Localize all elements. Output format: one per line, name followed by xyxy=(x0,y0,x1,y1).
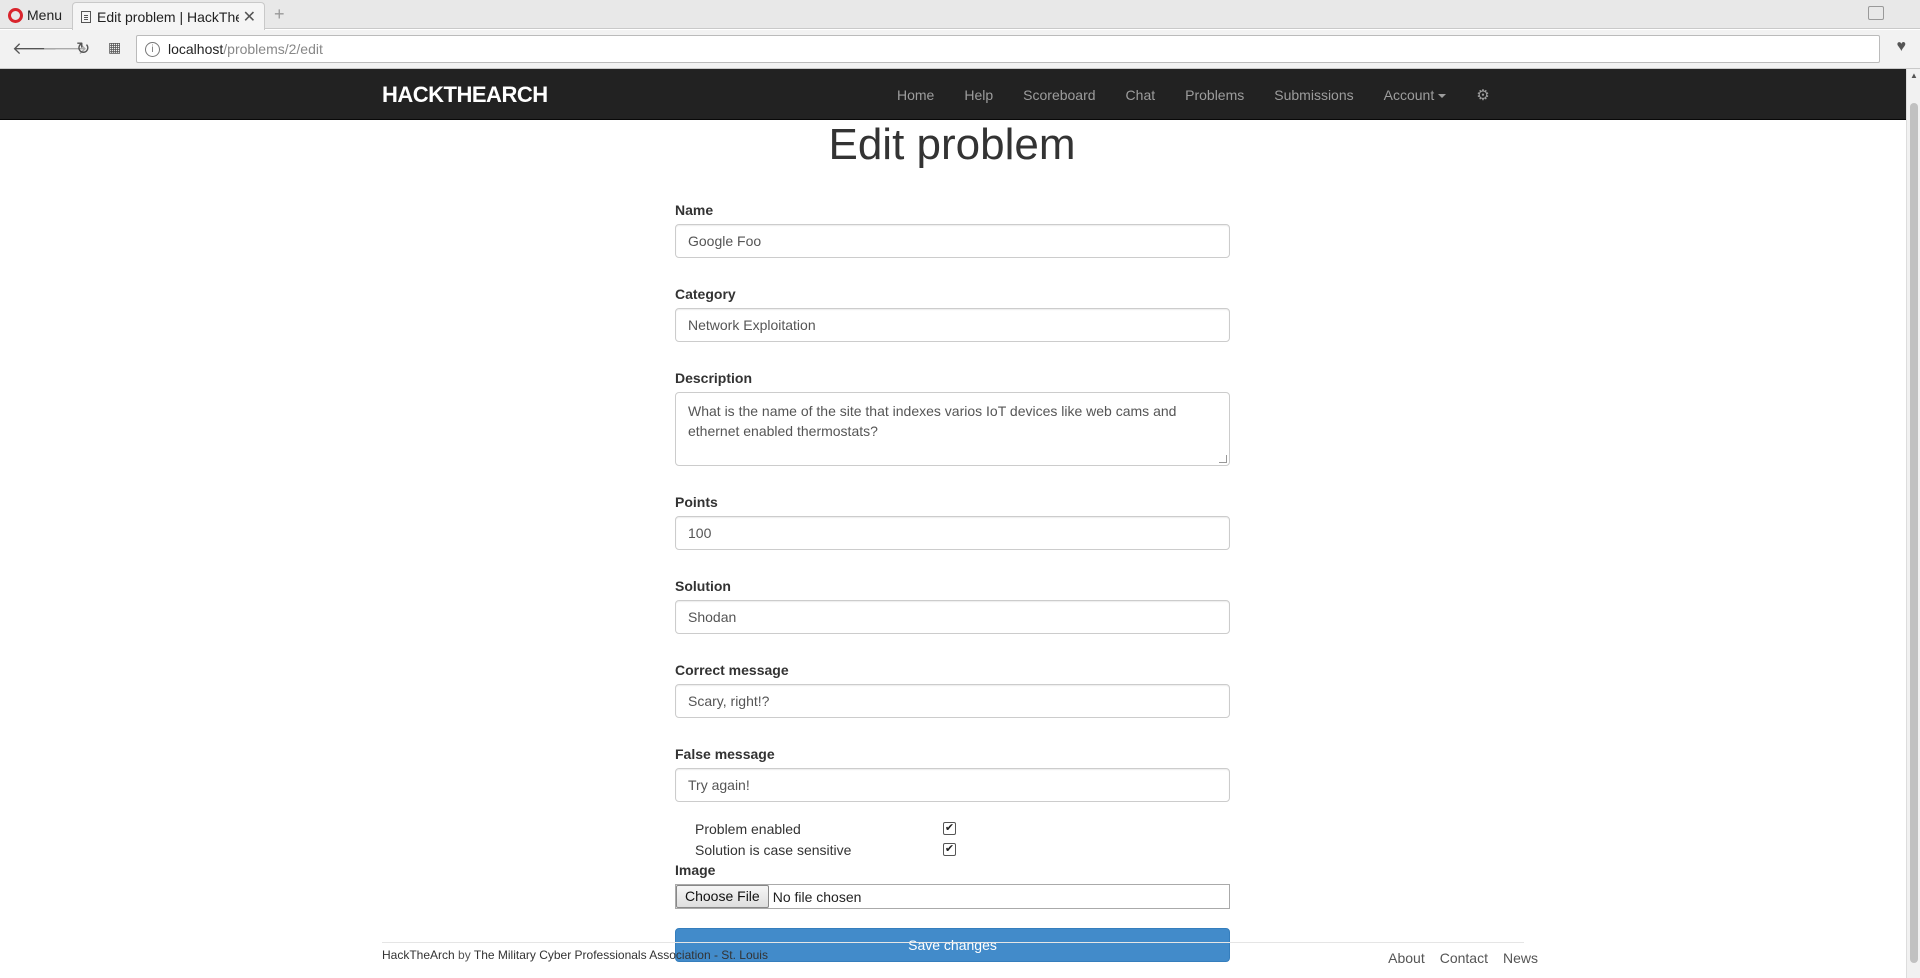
solution-label: Solution xyxy=(675,578,731,594)
false-message-input[interactable]: Try again! xyxy=(675,768,1230,802)
nav-problems[interactable]: Problems xyxy=(1185,87,1244,103)
nav-account-label: Account xyxy=(1383,86,1435,103)
nav-chat[interactable]: Chat xyxy=(1126,87,1156,103)
false-message-label: False message xyxy=(675,746,775,762)
browser-menu-button[interactable]: Menu xyxy=(8,5,62,25)
problem-enabled-checkbox[interactable]: ✔ xyxy=(943,822,956,835)
url-path: /problems/2/edit xyxy=(223,41,323,57)
description-group: Description What is the name of the site… xyxy=(675,368,1230,466)
description-textarea[interactable]: What is the name of the site that indexe… xyxy=(675,392,1230,466)
browser-menu-label: Menu xyxy=(27,7,63,23)
category-label: Category xyxy=(675,286,736,302)
footer-by: by xyxy=(458,948,471,962)
nav-account-dropdown[interactable]: Account xyxy=(1384,87,1447,103)
footer-about-link[interactable]: About xyxy=(1388,950,1425,966)
problem-enabled-row: Problem enabled ✔ xyxy=(675,818,1230,839)
points-group: Points 100 xyxy=(675,492,1230,550)
points-label: Points xyxy=(675,494,718,510)
correct-message-input[interactable]: Scary, right!? xyxy=(675,684,1230,718)
case-sensitive-row: Solution is case sensitive ✔ xyxy=(675,839,1230,860)
footer-news-link[interactable]: News xyxy=(1503,950,1538,966)
footer-org-link[interactable]: The Military Cyber Professionals Associa… xyxy=(474,948,768,962)
scroll-up-icon[interactable]: ▲ xyxy=(1910,71,1918,80)
page-scrollbar[interactable]: ▲ xyxy=(1906,69,1920,978)
image-group: Image Choose File No file chosen xyxy=(675,860,1230,909)
url-field[interactable]: i localhost /problems/2/edit xyxy=(136,35,1880,63)
reload-icon[interactable]: ↻ xyxy=(76,39,90,59)
bookmark-heart-icon[interactable]: ♥ xyxy=(1897,38,1907,56)
new-tab-icon[interactable]: + xyxy=(274,4,285,25)
image-file-input[interactable]: Choose File No file chosen xyxy=(675,884,1230,909)
description-label: Description xyxy=(675,370,753,386)
nav-home[interactable]: Home xyxy=(897,87,934,103)
problem-enabled-label: Problem enabled xyxy=(695,820,801,837)
category-group: Category Network Exploitation xyxy=(675,284,1230,342)
nav-scoreboard[interactable]: Scoreboard xyxy=(1023,87,1095,103)
footer-credit: HackTheArch by The Military Cyber Profes… xyxy=(382,948,768,962)
choose-file-button[interactable]: Choose File xyxy=(676,885,769,908)
name-group: Name Google Foo xyxy=(675,200,1230,258)
edit-problem-form: Name Google Foo Category Network Exploit… xyxy=(675,200,1230,962)
speed-dial-icon[interactable]: ▦ xyxy=(108,39,121,56)
correct-message-group: Correct message Scary, right!? xyxy=(675,660,1230,718)
resize-handle-icon[interactable] xyxy=(1219,455,1227,463)
gear-icon[interactable]: ⚙ xyxy=(1476,86,1489,104)
close-tab-icon[interactable]: ✕ xyxy=(243,7,256,27)
name-input[interactable]: Google Foo xyxy=(675,224,1230,258)
points-input[interactable]: 100 xyxy=(675,516,1230,550)
name-label: Name xyxy=(675,202,714,218)
solution-group: Solution Shodan xyxy=(675,576,1230,634)
nav-help[interactable]: Help xyxy=(964,87,993,103)
page-title: Edit problem xyxy=(828,120,1076,169)
correct-message-label: Correct message xyxy=(675,662,789,678)
description-text: What is the name of the site that indexe… xyxy=(688,403,1177,439)
image-label: Image xyxy=(675,862,716,878)
nav-links: Home Help Scoreboard Chat Problems Submi… xyxy=(897,69,1490,120)
browser-tab-active[interactable]: Edit problem | HackTheA ✕ xyxy=(72,2,265,30)
footer-divider xyxy=(382,942,1524,943)
solution-input[interactable]: Shodan xyxy=(675,600,1230,634)
browser-address-bar: 🡐 🡒 ↻ ▦ i localhost /problems/2/edit ♥ xyxy=(0,30,1920,69)
footer-site-link[interactable]: HackTheArch xyxy=(382,948,455,962)
nav-submissions[interactable]: Submissions xyxy=(1274,87,1353,103)
caret-down-icon xyxy=(1438,93,1447,98)
document-icon xyxy=(81,10,91,23)
false-message-group: False message Try again! xyxy=(675,744,1230,802)
browser-tab-bar: Menu Edit problem | HackTheA ✕ + xyxy=(0,0,1920,30)
site-info-icon[interactable]: i xyxy=(145,41,160,57)
case-sensitive-label: Solution is case sensitive xyxy=(695,841,852,858)
site-brand[interactable]: HACKTHEARCH xyxy=(382,82,548,108)
case-sensitive-checkbox[interactable]: ✔ xyxy=(943,843,956,856)
url-host: localhost xyxy=(168,41,224,57)
tab-title: Edit problem | HackTheA xyxy=(97,8,239,25)
footer-contact-link[interactable]: Contact xyxy=(1440,950,1488,966)
site-navbar: HACKTHEARCH Home Help Scoreboard Chat Pr… xyxy=(0,69,1906,120)
category-input[interactable]: Network Exploitation xyxy=(675,308,1230,342)
footer-links: About Contact News xyxy=(1373,950,1538,966)
opera-logo-icon xyxy=(8,7,23,23)
file-status: No file chosen xyxy=(772,888,862,905)
tab-menu-icon[interactable] xyxy=(1868,6,1884,20)
scroll-thumb[interactable] xyxy=(1910,103,1918,963)
